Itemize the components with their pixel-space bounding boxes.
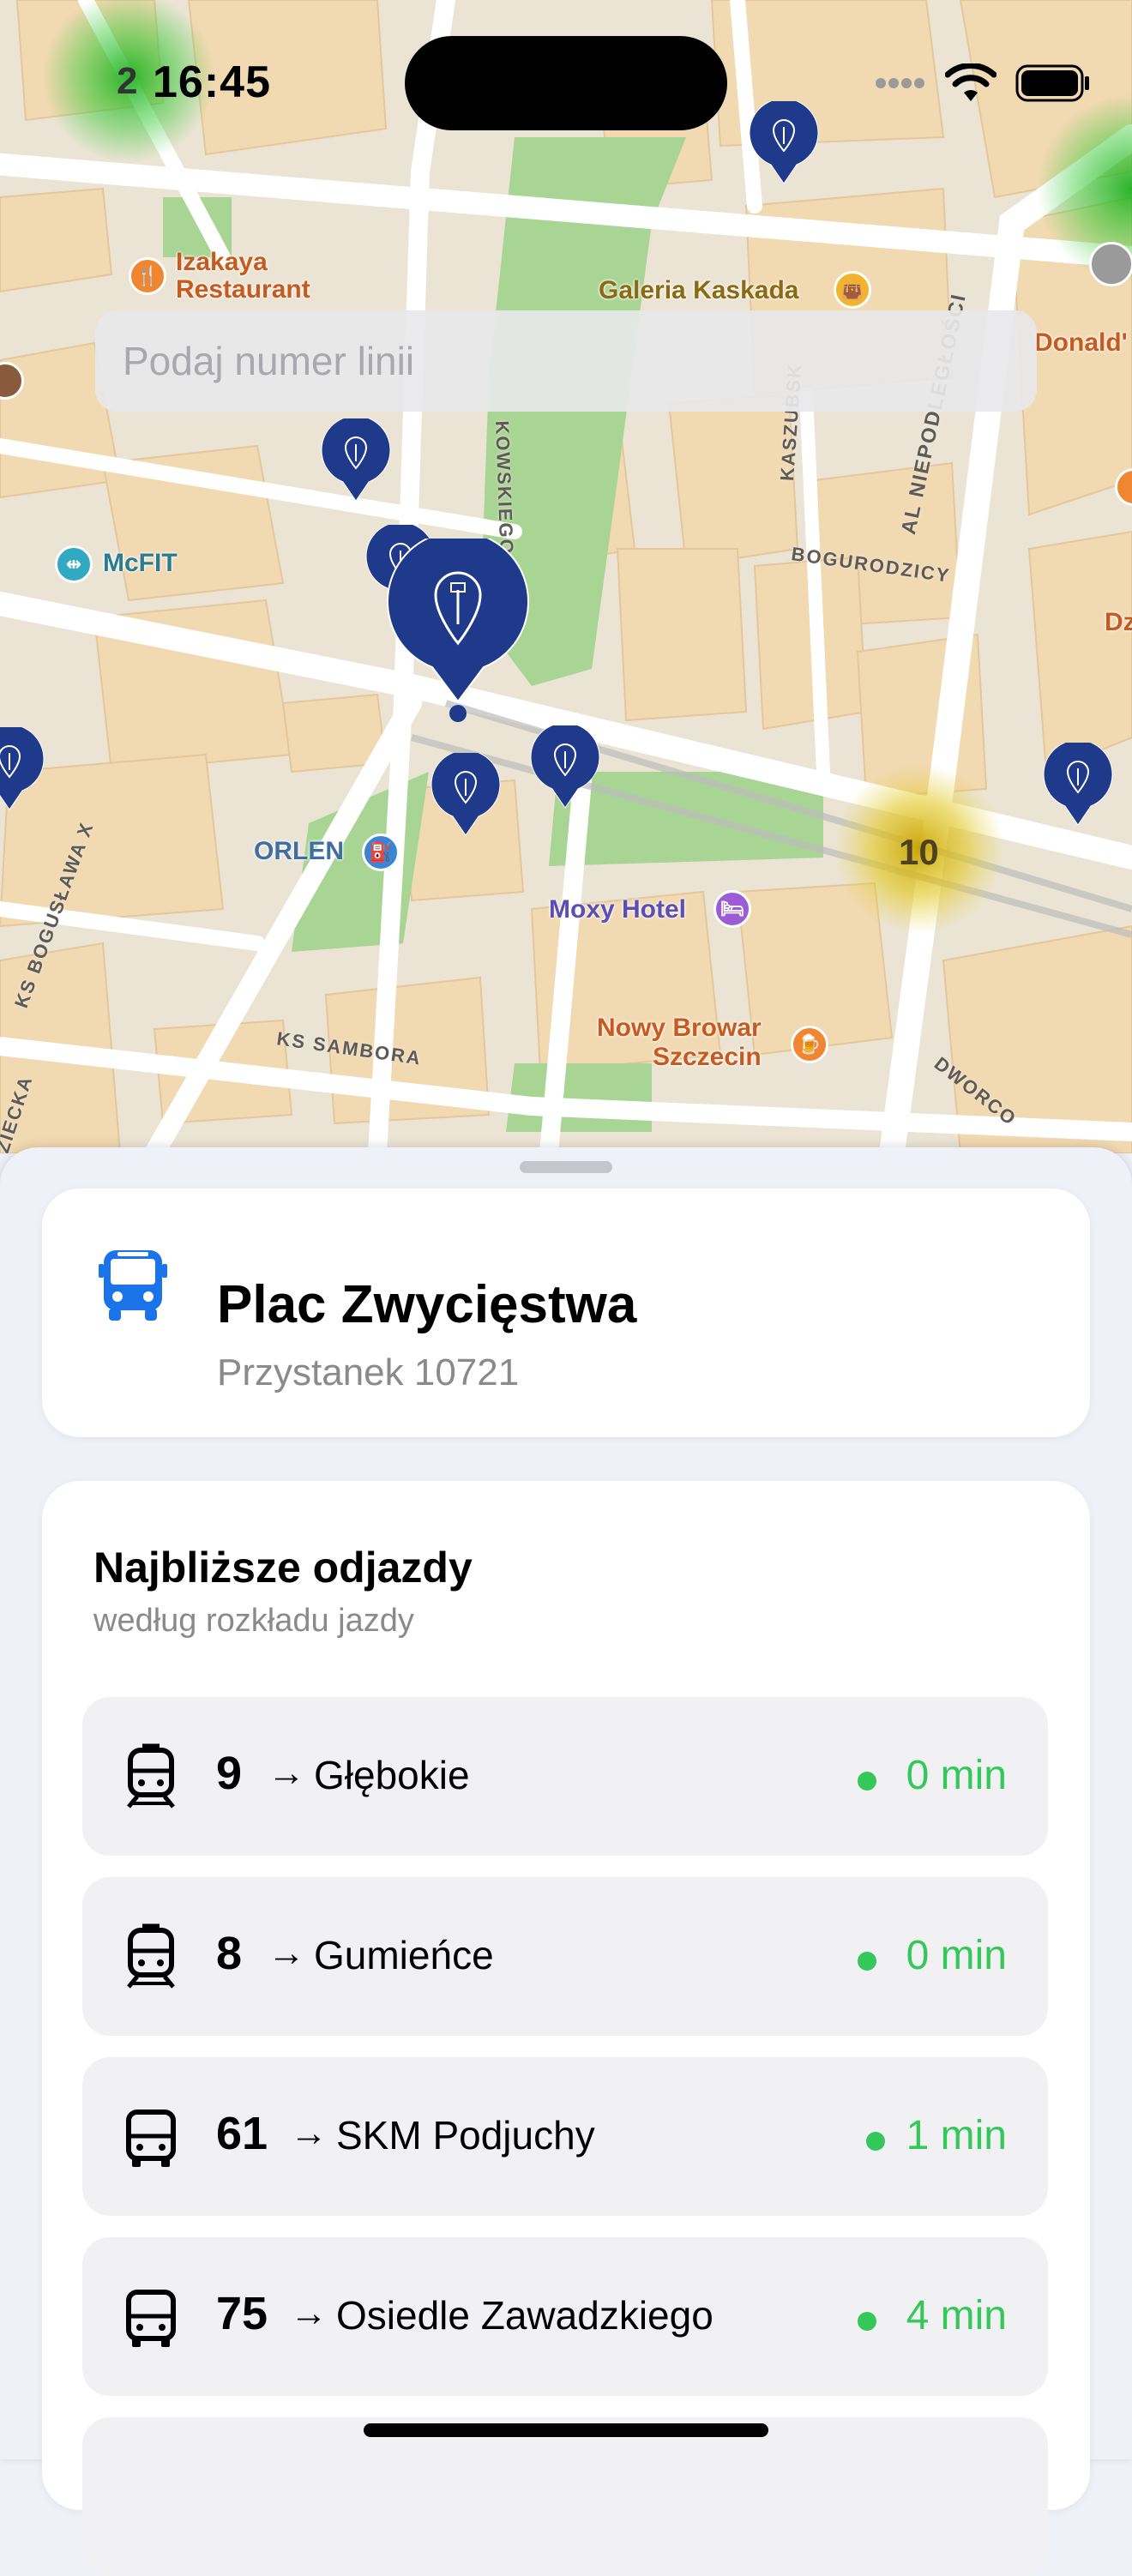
line-number: 9: [216, 1748, 243, 1799]
live-dot-icon: [858, 1772, 876, 1791]
departures-subtitle: według rozkładu jazdy: [93, 1603, 414, 1639]
line-search-field[interactable]: [95, 310, 1037, 412]
restaurant-icon[interactable]: 🍴: [129, 257, 166, 295]
street-label: KOWSKIEGO: [491, 420, 518, 557]
location-marker-icon[interactable]: [1089, 242, 1132, 286]
stop-pin-icon[interactable]: [429, 753, 503, 839]
destination: Gumieńce: [314, 1933, 494, 1977]
line-number: 8: [216, 1928, 243, 1979]
departure-row[interactable]: 75 → Osiedle Zawadzkiego 4 min: [82, 2237, 1048, 2396]
destination: SKM Podjuchy: [336, 2113, 595, 2158]
departures-card: Najbliższe odjazdy według rozkładu jazdy…: [42, 1481, 1090, 2576]
bus-icon: [99, 1250, 167, 1321]
line-search-input[interactable]: [121, 337, 982, 385]
departures-title: Najbliższe odjazdy: [93, 1544, 473, 1592]
tram-icon: [127, 1923, 175, 1989]
poi-label-mcfit[interactable]: McFIT: [103, 549, 178, 578]
eta: 4 min: [906, 2293, 1007, 2338]
bus-icon: [126, 2110, 176, 2167]
tram-icon: [127, 1743, 175, 1809]
shopping-bag-icon[interactable]: 👜: [834, 271, 871, 309]
status-bar: 16:45: [0, 0, 1132, 130]
eta: 0 min: [906, 1753, 1007, 1798]
live-dot-icon: [858, 2312, 876, 2331]
cluster-count[interactable]: 10: [899, 832, 939, 873]
poi-label-partial[interactable]: Dz: [1105, 609, 1132, 636]
dynamic-island: [405, 36, 727, 130]
stop-pin-icon[interactable]: [319, 418, 393, 504]
arrow-right-icon: →: [268, 1932, 305, 1974]
poi-label-galeria[interactable]: Galeria Kaskada: [599, 276, 798, 305]
departure-row[interactable]: 61 → SKM Podjuchy 1 min: [82, 2057, 1048, 2216]
wifi-icon: [945, 63, 997, 101]
stop-name: Plac Zwycięstwa: [217, 1275, 637, 1334]
poi-label-mcdonalds[interactable]: Donald': [1034, 329, 1128, 357]
poi-label-browar[interactable]: Nowy Browar Szczecin: [597, 1014, 762, 1072]
arrow-right-icon: →: [268, 1752, 305, 1794]
eta: 1 min: [906, 2113, 1007, 2158]
fuel-icon[interactable]: ⛽: [362, 834, 400, 871]
sheet-grabber[interactable]: [520, 1161, 612, 1173]
line-number: 61: [216, 2108, 268, 2159]
bus-icon: [126, 2290, 176, 2347]
hotel-icon[interactable]: 🛏: [714, 890, 751, 928]
live-dot-icon: [866, 2132, 885, 2151]
poi-label-orlen[interactable]: ORLEN: [254, 837, 344, 866]
stop-pin-icon[interactable]: [1041, 743, 1115, 828]
poi-label-izakaya[interactable]: Izakaya Restaurant: [176, 249, 310, 304]
fitness-icon[interactable]: ⇹: [55, 545, 93, 583]
stop-number: Przystanek 10721: [217, 1351, 520, 1393]
battery-icon: [1015, 64, 1089, 102]
dots-icon: [876, 78, 924, 88]
map-view[interactable]: BOGURODZICY AL NIEPODLEGŁOŚCI KASZUBSK K…: [0, 0, 1132, 1153]
departure-row[interactable]: 8 → Gumieńce 0 min: [82, 1877, 1048, 2036]
beer-icon[interactable]: 🍺: [791, 1026, 828, 1063]
destination: Głębokie: [314, 1753, 470, 1797]
departure-row[interactable]: [82, 2417, 1048, 2576]
stop-card: Plac Zwycięstwa Przystanek 10721: [42, 1189, 1090, 1437]
eta: 0 min: [906, 1933, 1007, 1978]
arrow-right-icon: →: [290, 2292, 328, 2334]
status-icons: [875, 62, 1091, 105]
departure-row[interactable]: 9 → Głębokie 0 min: [82, 1697, 1048, 1856]
status-time: 16:45: [153, 57, 271, 107]
arrow-right-icon: →: [290, 2112, 328, 2154]
line-number: 75: [216, 2288, 268, 2339]
poi-label-moxy[interactable]: Moxy Hotel: [549, 895, 686, 924]
live-dot-icon: [858, 1952, 876, 1971]
home-indicator[interactable]: [364, 2423, 768, 2437]
bottom-sheet: Plac Zwycięstwa Przystanek 10721 Najbliż…: [0, 1147, 1132, 2576]
stop-pin-icon[interactable]: [528, 725, 602, 811]
destination: Osiedle Zawadzkiego: [336, 2293, 714, 2338]
stop-pin-icon[interactable]: [0, 727, 46, 813]
selected-stop-pin-icon[interactable]: [384, 539, 532, 724]
